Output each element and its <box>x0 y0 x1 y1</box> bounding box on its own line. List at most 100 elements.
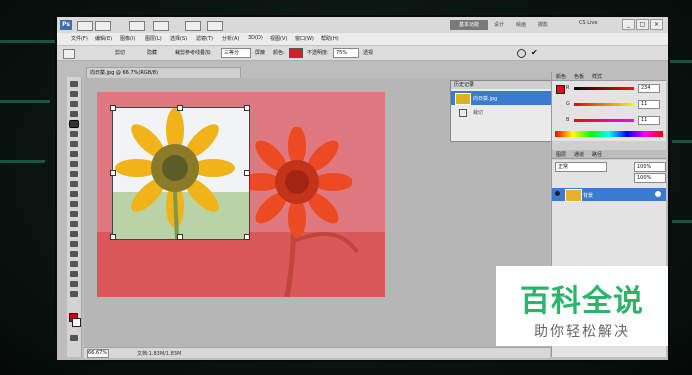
move-tool-icon[interactable] <box>70 81 78 87</box>
menu-analysis[interactable]: 分析(A) <box>222 35 239 42</box>
blend-mode-select[interactable]: 正常 <box>555 162 607 172</box>
color-spectrum[interactable] <box>555 131 663 137</box>
layer-fill-input[interactable]: 100% <box>634 173 666 183</box>
cs-live-button[interactable]: CS Live <box>579 20 597 26</box>
dodge-tool-icon[interactable] <box>70 211 78 217</box>
history-snapshot-row[interactable]: 向日葵.jpg <box>451 91 554 105</box>
commit-crop-icon[interactable]: ✔ <box>531 48 538 57</box>
crop-step-icon <box>459 109 467 117</box>
pen-tool-icon[interactable] <box>70 221 78 227</box>
brush-tool-icon[interactable] <box>70 151 78 157</box>
type-tool-icon[interactable] <box>70 231 78 237</box>
blue-slider[interactable] <box>574 119 634 122</box>
zoom-field[interactable]: 66.67% <box>87 349 109 358</box>
crop-handle[interactable] <box>177 105 183 111</box>
fg-color-chip[interactable] <box>556 85 565 94</box>
yellow-sunflower <box>115 108 235 239</box>
eyedropper-tool-icon[interactable] <box>70 131 78 137</box>
crop-handle[interactable] <box>244 234 250 240</box>
maximize-button[interactable]: □ <box>636 19 649 30</box>
quick-mask-icon[interactable] <box>70 335 78 341</box>
menu-view[interactable]: 视图(V) <box>270 35 287 42</box>
green-slider[interactable] <box>574 103 634 106</box>
history-brush-tool-icon[interactable] <box>70 171 78 177</box>
close-button[interactable]: × <box>650 19 663 30</box>
bridge-icon[interactable] <box>77 21 93 31</box>
perspective-checkbox[interactable]: 透视 <box>363 49 373 56</box>
crop-handle[interactable] <box>110 105 116 111</box>
cut-option[interactable]: 剪切 <box>115 49 125 56</box>
lasso-tool-icon[interactable] <box>70 101 78 107</box>
cancel-crop-icon[interactable] <box>517 49 526 58</box>
layer-row-background[interactable]: 背景 <box>552 188 666 202</box>
tab-paths[interactable]: 路径 <box>592 151 602 158</box>
red-label: R <box>566 85 570 91</box>
path-select-tool-icon[interactable] <box>70 241 78 247</box>
crop-handle[interactable] <box>110 234 116 240</box>
workspace-photography-tab[interactable]: 摄影 <box>538 21 548 28</box>
menu-3d[interactable]: 3D(D) <box>248 35 263 41</box>
mini-bridge-icon[interactable] <box>95 21 111 31</box>
red-slider[interactable] <box>574 87 634 90</box>
menu-file[interactable]: 文件(F) <box>71 35 88 42</box>
opacity-input[interactable]: 75% <box>333 48 359 58</box>
layer-opacity-input[interactable]: 100% <box>634 162 666 172</box>
document-image[interactable] <box>97 92 385 297</box>
eye-icon[interactable] <box>555 191 560 196</box>
zoom-tool-icon[interactable] <box>70 291 78 297</box>
shield-color-swatch[interactable] <box>289 48 303 58</box>
gradient-tool-icon[interactable] <box>70 191 78 197</box>
workspace-essentials-button[interactable]: 基本功能 <box>450 20 488 30</box>
crop-handle[interactable] <box>244 170 250 176</box>
3d-rotate-tool-icon[interactable] <box>70 261 78 267</box>
decor-line <box>672 140 692 143</box>
tab-styles[interactable]: 样式 <box>592 73 602 80</box>
view-extras-icon[interactable] <box>129 21 145 31</box>
quick-select-tool-icon[interactable] <box>70 111 78 117</box>
menu-help[interactable]: 帮助(H) <box>321 35 339 42</box>
clone-stamp-tool-icon[interactable] <box>70 161 78 167</box>
reference-overlay-select[interactable]: 三等分 <box>221 48 251 58</box>
hide-option[interactable]: 隐藏 <box>147 49 157 56</box>
watermark-title: 百科全说 <box>520 284 644 319</box>
menu-layer[interactable]: 图层(L) <box>145 35 162 42</box>
crop-handle[interactable] <box>244 105 250 111</box>
tab-swatches[interactable]: 色板 <box>574 73 584 80</box>
crop-handle[interactable] <box>177 234 183 240</box>
workspace-design-tab[interactable]: 设计 <box>494 21 504 28</box>
crop-selection[interactable] <box>110 105 250 240</box>
menu-filter[interactable]: 滤镜(T) <box>196 35 213 42</box>
red-value[interactable]: 234 <box>638 84 660 93</box>
menu-window[interactable]: 窗口(W) <box>295 35 314 42</box>
color-label: 颜色: <box>273 50 285 56</box>
green-value[interactable]: 11 <box>638 100 660 109</box>
crop-tool-icon[interactable] <box>63 49 75 59</box>
tab-layers[interactable]: 图层 <box>556 151 566 158</box>
minimize-button[interactable]: _ <box>622 19 635 30</box>
tab-color[interactable]: 颜色 <box>556 73 566 80</box>
3d-camera-tool-icon[interactable] <box>70 271 78 277</box>
tab-channels[interactable]: 通道 <box>574 151 584 158</box>
blur-tool-icon[interactable] <box>70 201 78 207</box>
color-panel: R 234 G 11 B 11 <box>552 81 666 141</box>
menu-image[interactable]: 图像(I) <box>120 35 135 42</box>
marquee-tool-icon[interactable] <box>70 91 78 97</box>
healing-tool-icon[interactable] <box>70 141 78 147</box>
shield-checkbox[interactable]: 屏蔽 <box>255 49 265 56</box>
watermark-subtitle: 助你轻松解决 <box>534 324 630 340</box>
workspace-painting-tab[interactable]: 绘画 <box>516 21 526 28</box>
menu-select[interactable]: 选择(S) <box>170 35 187 42</box>
shape-tool-icon[interactable] <box>70 251 78 257</box>
crop-handle[interactable] <box>110 170 116 176</box>
crop-tool-icon[interactable] <box>69 120 79 128</box>
history-step-row[interactable]: 裁切 <box>451 107 554 117</box>
green-label: G <box>566 101 570 107</box>
eraser-tool-icon[interactable] <box>70 181 78 187</box>
zoom-level-icon[interactable] <box>153 21 169 31</box>
hand-tool-icon[interactable] <box>185 21 201 31</box>
menu-edit[interactable]: 编辑(E) <box>95 35 112 42</box>
arrange-documents-icon[interactable] <box>207 21 223 31</box>
blue-value[interactable]: 11 <box>638 116 660 125</box>
hand-tool-icon[interactable] <box>70 281 78 287</box>
background-color-swatch[interactable] <box>72 318 81 327</box>
